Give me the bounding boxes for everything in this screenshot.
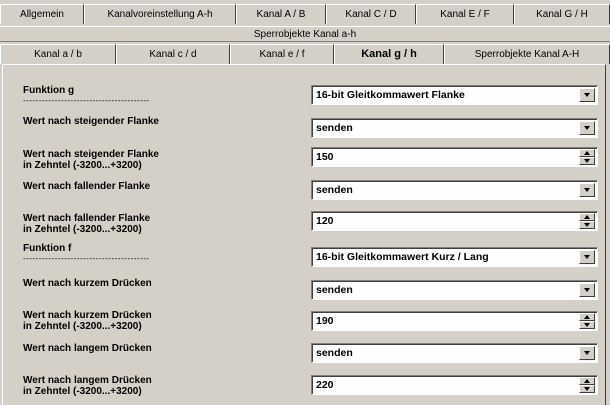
wert-fallend-select[interactable]: senden (311, 180, 598, 200)
spin-down-icon[interactable] (579, 321, 595, 329)
wert-lang-select[interactable]: senden (311, 343, 598, 363)
sub-tab-row: Kanal a / b Kanal c / d Kanal e / f Kana… (0, 44, 610, 64)
tab-kanal-c-d-upper[interactable]: Kanal C / D (326, 4, 416, 24)
chevron-down-icon[interactable] (579, 346, 595, 360)
wert-kurz-label: Wert nach kurzem Drücken (23, 278, 152, 289)
spin-up-icon[interactable] (579, 213, 595, 221)
wert-steigend-select[interactable]: senden (311, 118, 598, 138)
parameter-panel: Funktion g -----------------------------… (2, 64, 606, 405)
wert-lang-zehntel-spinner[interactable]: 220 (311, 375, 598, 395)
wert-kurz-zehntel-label2: in Zehntel (-3200...+3200) (23, 321, 142, 332)
spin-down-icon[interactable] (579, 221, 595, 229)
spin-up-icon[interactable] (579, 377, 595, 385)
wert-steigend-zehntel-label1: Wert nach steigender Flanke (23, 149, 159, 160)
wert-steigend-value: senden (316, 122, 353, 134)
tab-kanal-e-f[interactable]: Kanal e / f (230, 44, 334, 64)
funktion-g-select[interactable]: 16-bit Gleitkommawert Flanke (311, 85, 598, 105)
tab-kanal-c-d[interactable]: Kanal c / d (116, 44, 230, 64)
wert-fallend-zehntel-value: 120 (316, 215, 334, 227)
tab-allgemein[interactable]: Allgemein (0, 4, 84, 24)
tab-kanal-a-b[interactable]: Kanal a / b (0, 44, 116, 64)
spin-down-icon[interactable] (579, 385, 595, 393)
wert-steigend-zehntel-value: 150 (316, 151, 334, 163)
chevron-down-icon[interactable] (579, 183, 595, 197)
spin-up-icon[interactable] (579, 313, 595, 321)
funktion-f-label: Funktion f (23, 243, 72, 254)
separator-g: ---------------------------------------- (23, 96, 150, 105)
wert-kurz-zehntel-value: 190 (316, 315, 334, 327)
tab-kanal-g-h-upper[interactable]: Kanal G / H (514, 4, 610, 24)
tab-kanal-e-f-upper[interactable]: Kanal E / F (416, 4, 514, 24)
wert-lang-zehntel-label1: Wert nach langem Drücken (23, 375, 152, 386)
wert-lang-label: Wert nach langem Drücken (23, 343, 152, 354)
separator-f: ---------------------------------------- (23, 254, 150, 263)
wert-steigend-zehntel-spinner[interactable]: 150 (311, 147, 598, 167)
spin-down-icon[interactable] (579, 157, 595, 165)
funktion-g-value: 16-bit Gleitkommawert Flanke (316, 89, 465, 101)
wert-fallend-value: senden (316, 184, 353, 196)
wert-fallend-zehntel-spinner[interactable]: 120 (311, 211, 598, 231)
wert-fallend-zehntel-label2: in Zehntel (-3200...+3200) (23, 224, 142, 235)
wert-lang-zehntel-label2: in Zehntel (-3200...+3200) (23, 386, 142, 397)
wert-kurz-zehntel-spinner[interactable]: 190 (311, 311, 598, 331)
wert-steigend-zehntel-label2: in Zehntel (-3200...+3200) (23, 160, 142, 171)
top-tab-row: Allgemein Kanalvoreinstellung A-h Kanal … (0, 4, 610, 24)
wert-kurz-select[interactable]: senden (311, 280, 598, 300)
spin-up-icon[interactable] (579, 149, 595, 157)
tab-kanal-a-b-upper[interactable]: Kanal A / B (236, 4, 326, 24)
wert-lang-value: senden (316, 347, 353, 359)
funktion-f-value: 16-bit Gleitkommawert Kurz / Lang (316, 251, 489, 263)
tab-sperrobjekte-kanal[interactable]: Sperrobjekte Kanal A-H (444, 44, 610, 64)
wert-fallend-zehntel-label1: Wert nach fallender Flanke (23, 213, 151, 224)
tab-sperrobjekte-lower[interactable]: Sperrobjekte Kanal a-h (0, 26, 610, 42)
funktion-g-label: Funktion g (23, 85, 75, 96)
tab-kanal-g-h[interactable]: Kanal g / h (334, 44, 444, 64)
wert-fallend-label: Wert nach fallender Flanke (23, 181, 151, 192)
wert-steigend-label: Wert nach steigender Flanke (23, 116, 159, 127)
chevron-down-icon[interactable] (579, 283, 595, 297)
wert-kurz-zehntel-label1: Wert nach kurzem Drücken (23, 310, 152, 321)
funktion-f-select[interactable]: 16-bit Gleitkommawert Kurz / Lang (311, 247, 598, 267)
chevron-down-icon[interactable] (579, 250, 595, 264)
chevron-down-icon[interactable] (579, 121, 595, 135)
wert-lang-zehntel-value: 220 (316, 379, 334, 391)
chevron-down-icon[interactable] (579, 88, 595, 102)
wert-kurz-value: senden (316, 284, 353, 296)
tab-kanalvoreinstellung[interactable]: Kanalvoreinstellung A-h (84, 4, 236, 24)
